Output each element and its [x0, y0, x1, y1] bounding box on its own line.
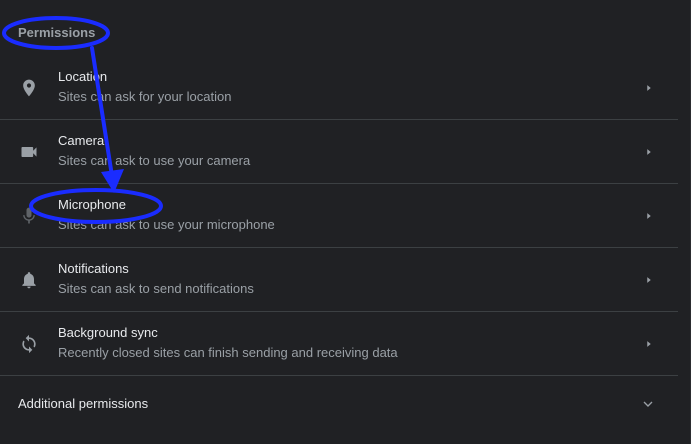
permission-description: Sites can ask for your location	[58, 89, 232, 104]
chevron-down-icon	[643, 401, 653, 407]
camera-icon	[21, 147, 37, 157]
permission-description: Sites can ask to use your camera	[58, 153, 251, 168]
permissions-list: Location Sites can ask for your location…	[0, 56, 678, 376]
arrow-right-icon	[647, 149, 651, 155]
location-pin-icon	[23, 79, 35, 97]
permission-description: Sites can ask to use your microphone	[58, 217, 275, 232]
permission-description: Recently closed sites can finish sending…	[58, 345, 398, 360]
bell-icon	[22, 272, 36, 289]
permission-label: Microphone	[58, 197, 126, 212]
section-title-permissions: Permissions	[18, 25, 96, 40]
microphone-icon	[23, 207, 35, 224]
permission-row-location[interactable]: Location Sites can ask for your location	[0, 56, 678, 120]
permission-row-microphone[interactable]: Microphone Sites can ask to use your mic…	[0, 184, 678, 248]
permission-label: Notifications	[58, 261, 129, 276]
permission-row-camera[interactable]: Camera Sites can ask to use your camera	[0, 120, 678, 184]
additional-permissions-label: Additional permissions	[18, 396, 149, 411]
arrow-right-icon	[647, 85, 651, 91]
site-settings-page: Permissions Location Sites can ask for y…	[0, 0, 691, 444]
sync-icon	[22, 334, 36, 354]
permission-label: Location	[58, 69, 108, 84]
permission-row-background-sync[interactable]: Background sync Recently closed sites ca…	[0, 312, 678, 376]
permission-description: Sites can ask to send notifications	[58, 281, 254, 296]
arrow-right-icon	[647, 277, 651, 283]
permission-label: Camera	[58, 133, 105, 148]
arrow-right-icon	[647, 213, 651, 219]
permission-row-notifications[interactable]: Notifications Sites can ask to send noti…	[0, 248, 678, 312]
permission-label: Background sync	[58, 325, 158, 340]
arrow-right-icon	[647, 341, 651, 347]
additional-permissions-row[interactable]: Additional permissions	[0, 381, 678, 425]
